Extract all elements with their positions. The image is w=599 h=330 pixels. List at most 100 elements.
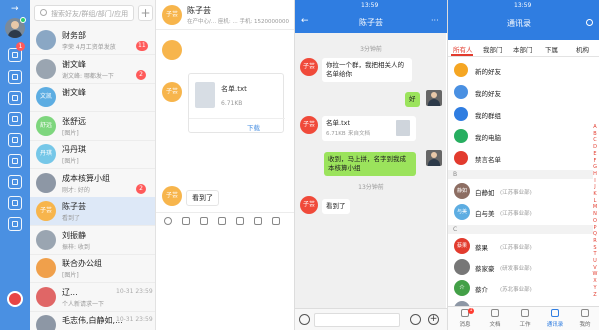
search-box[interactable]: 搜索好友/群组/部门/应用 (34, 5, 134, 21)
contact-entry[interactable]: 我的群组 (448, 104, 593, 124)
alphabet-letter[interactable]: F (591, 158, 599, 165)
alphabet-letter[interactable]: X (591, 278, 599, 285)
emoji-icon[interactable] (164, 217, 172, 225)
contact-row[interactable]: 蔡果 蔡果 (江苏事业部) (448, 236, 593, 256)
alphabet-letter[interactable]: Q (591, 231, 599, 238)
chat-toolbar (156, 212, 294, 228)
alphabet-letter[interactable]: I (591, 178, 599, 185)
alphabet-letter[interactable]: Y (591, 285, 599, 292)
conversation-time: 10-31 23:59 (116, 287, 153, 295)
alphabet-letter[interactable]: D (591, 144, 599, 151)
alphabet-letter[interactable]: C (591, 137, 599, 144)
file-card[interactable]: 名单.txt 6.71KB 下载 (188, 73, 285, 133)
tab-org[interactable]: 机构 (576, 44, 589, 54)
contact-entry[interactable]: 我的电脑 (448, 126, 593, 146)
history-icon[interactable] (272, 217, 280, 225)
download-link[interactable]: 下载 (247, 122, 260, 132)
apps-icon[interactable] (8, 70, 22, 84)
alphabet-letter[interactable]: B (591, 131, 599, 138)
contact-row[interactable]: 蔡家豪 (研发事业部) (448, 257, 593, 277)
alphabet-letter[interactable]: O (591, 218, 599, 225)
alphabet-letter[interactable]: U (591, 258, 599, 265)
alphabet-index[interactable]: ABCDEFGHIJKLMNOPQRSTUVWXYZ (591, 124, 599, 298)
voice-icon[interactable] (299, 314, 310, 325)
alphabet-letter[interactable]: V (591, 265, 599, 272)
chat-header: 子芸 陈子芸 在产中心/... 座机: ... 手机: 1520000000 (156, 0, 294, 30)
plus-icon[interactable]: + (428, 314, 439, 325)
emoji-icon[interactable] (410, 314, 421, 325)
tab-this-dept[interactable]: 本部门 (513, 44, 533, 54)
add-button[interactable]: + (138, 5, 153, 21)
file-message[interactable]: 名单.txt 6.71KB 来自文档 (322, 116, 416, 141)
text-input[interactable] (314, 313, 400, 327)
conversation-row[interactable]: 刘振静 振梓: 收到 (30, 226, 155, 255)
task-icon[interactable] (8, 112, 22, 126)
document-icon[interactable] (8, 154, 22, 168)
alphabet-letter[interactable]: T (591, 251, 599, 258)
alphabet-letter[interactable]: R (591, 238, 599, 245)
image-icon[interactable] (218, 217, 226, 225)
chat-avatar[interactable]: 子芸 (162, 5, 182, 25)
conversation-row[interactable]: 子芸 陈子芸 看到了 (30, 197, 155, 226)
alphabet-letter[interactable]: H (591, 171, 599, 178)
contact-row[interactable]: 与美 白与美 (江苏事业部) (448, 202, 593, 222)
alphabet-letter[interactable]: M (591, 204, 599, 211)
contact-row[interactable]: 介蔡介 (苏北事业部) (448, 278, 593, 298)
contact-entry[interactable]: 新的好友 (448, 60, 593, 80)
logout-button[interactable] (7, 291, 23, 307)
conversation-time: 10-31 23:59 (116, 316, 153, 323)
message-input[interactable] (156, 229, 294, 330)
calendar-icon[interactable] (8, 133, 22, 147)
tab-all[interactable]: 所有人 (453, 44, 473, 54)
more-icon[interactable]: ··· (431, 16, 439, 25)
alphabet-letter[interactable]: J (591, 184, 599, 191)
conversation-row[interactable]: 毛志伟,白静如,... 10-31 23:59 (30, 311, 155, 330)
note-icon[interactable] (254, 217, 262, 225)
tab-subordinates[interactable]: 下属 (545, 44, 558, 54)
entry-label: 新的好友 (475, 68, 501, 76)
sender-avatar: 子芸 (300, 196, 318, 214)
contact-entry[interactable]: 禁言名单 (448, 148, 593, 168)
conversation-preview: 看到了 (62, 215, 81, 222)
alphabet-letter[interactable]: A (591, 124, 599, 131)
alphabet-letter[interactable]: W (591, 271, 599, 278)
scissors-icon[interactable] (182, 217, 190, 225)
alphabet-letter[interactable]: P (591, 225, 599, 232)
contact-avatar: 蔡果 (454, 238, 470, 254)
file-size: 6.71KB (221, 100, 243, 107)
alphabet-letter[interactable]: N (591, 211, 599, 218)
conversation-row[interactable]: 辽... 个人新请求一下 10-31 23:59 (30, 283, 155, 312)
report-icon[interactable] (8, 175, 22, 189)
contact-entry[interactable]: 我的好友 (448, 82, 593, 102)
file-name: 名单.txt (326, 119, 351, 127)
contact-row[interactable]: 静如 白静如 (江苏事业部) (448, 181, 593, 201)
alphabet-letter[interactable]: G (591, 164, 599, 171)
folder-icon[interactable] (200, 217, 208, 225)
alphabet-letter[interactable]: S (591, 245, 599, 252)
file-origin: 来自文档 (348, 131, 371, 137)
conversation-name: 陈子芸 (62, 202, 86, 211)
alphabet-letter[interactable]: Z (591, 292, 599, 299)
search-icon[interactable] (586, 19, 593, 26)
contacts-icon[interactable] (8, 91, 22, 105)
back-icon[interactable]: ← (301, 16, 309, 26)
unread-badge: 2 (136, 183, 146, 194)
conversation-row[interactable]: 财务部 李荣 4月工资单发放 11 (30, 26, 155, 55)
settings-icon[interactable] (8, 217, 22, 231)
conversation-row[interactable]: 联合办公组 [图片] (30, 254, 155, 283)
message-bubble-out: 好 (405, 92, 420, 107)
expand-arrow-icon[interactable]: → (11, 4, 19, 14)
alphabet-letter[interactable]: E (591, 151, 599, 158)
conversation-row[interactable]: 成本核算小组 刚才: 好的 2 (30, 169, 155, 198)
folder-icon[interactable] (8, 196, 22, 210)
conversation-preview: 振梓: 收到 (62, 243, 90, 251)
conversation-row[interactable]: 文凯 谢文峰 (30, 83, 155, 112)
card-icon[interactable] (236, 217, 244, 225)
tab-my-dept[interactable]: 我部门 (483, 44, 503, 54)
conversation-row[interactable]: 舒远 张舒远 [图片] (30, 112, 155, 141)
alphabet-letter[interactable]: K (591, 191, 599, 198)
conversation-row[interactable]: 谢文峰 谢文峰: 哪都发一下 2 (30, 55, 155, 84)
conversation-row[interactable]: 丹琪 冯丹琪 [图片] (30, 140, 155, 169)
alphabet-letter[interactable]: L (591, 198, 599, 205)
nav-icon (581, 309, 589, 317)
